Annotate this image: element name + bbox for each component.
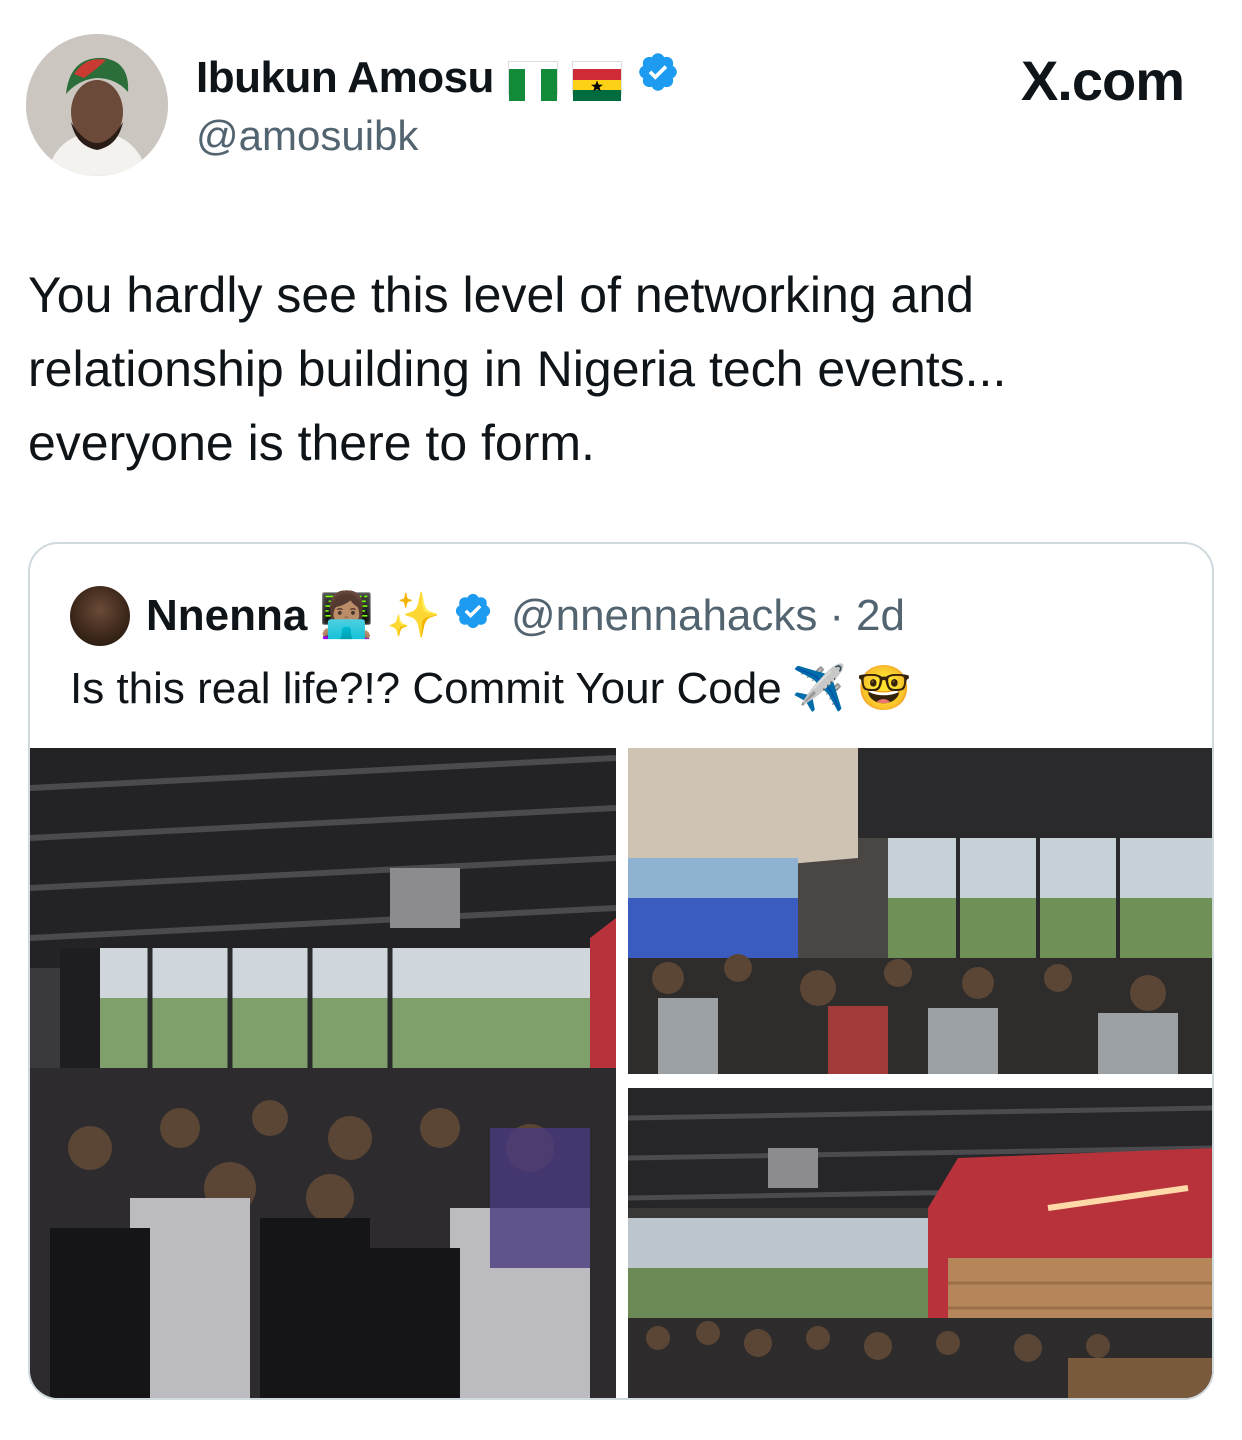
quoted-author-avatar[interactable] [70,586,130,646]
author-name-row[interactable]: Ibukun Amosu [196,50,680,105]
quoted-tweet-text-row: Is this real life?!? Commit Your Code ✈️… [70,664,911,714]
author-handle[interactable]: @amosuibk [196,112,418,160]
tweet-text-line: You hardly see this level of networking … [28,267,974,323]
verified-badge-icon [453,591,493,642]
networking-event-photo-2[interactable] [628,748,1212,1074]
quoted-author-name[interactable]: Nnenna [146,591,307,641]
networking-event-photo-3[interactable] [628,1088,1212,1398]
nerd-face-emoji-icon: 🤓 [856,664,912,713]
quoted-tweet-text: Is this real life?!? Commit Your Code [70,664,782,713]
separator-dot: · [829,591,845,640]
brand-text: X.com [1020,49,1185,112]
ghana-flag-icon [571,60,622,101]
quoted-tweet-header: Nnenna 👩🏽‍💻 ✨ @nnennahacks · 2d [70,586,905,646]
tweet-text: You hardly see this level of networking … [28,258,1208,480]
sparkles-emoji-icon: ✨ [386,591,441,640]
brand-logo: X.com [1020,48,1185,113]
verified-badge-icon [636,50,680,105]
tweet-text-line: relationship building in Nigeria tech ev… [28,341,1007,397]
tweet-text-line: everyone is there to form. [28,415,595,471]
quoted-tweet-time[interactable]: 2d [856,591,905,641]
author-avatar[interactable] [26,34,168,176]
woman-technologist-emoji-icon: 👩🏽‍💻 [319,591,375,640]
airplane-emoji-icon: ✈️ [791,664,847,713]
author-name[interactable]: Ibukun Amosu [196,53,494,103]
networking-event-photo-1[interactable] [30,748,616,1398]
quoted-tweet-card[interactable]: Nnenna 👩🏽‍💻 ✨ @nnennahacks · 2d Is this … [28,542,1214,1400]
quoted-author-handle[interactable]: @nnennahacks [511,591,817,641]
nigeria-flag-icon [507,60,558,101]
